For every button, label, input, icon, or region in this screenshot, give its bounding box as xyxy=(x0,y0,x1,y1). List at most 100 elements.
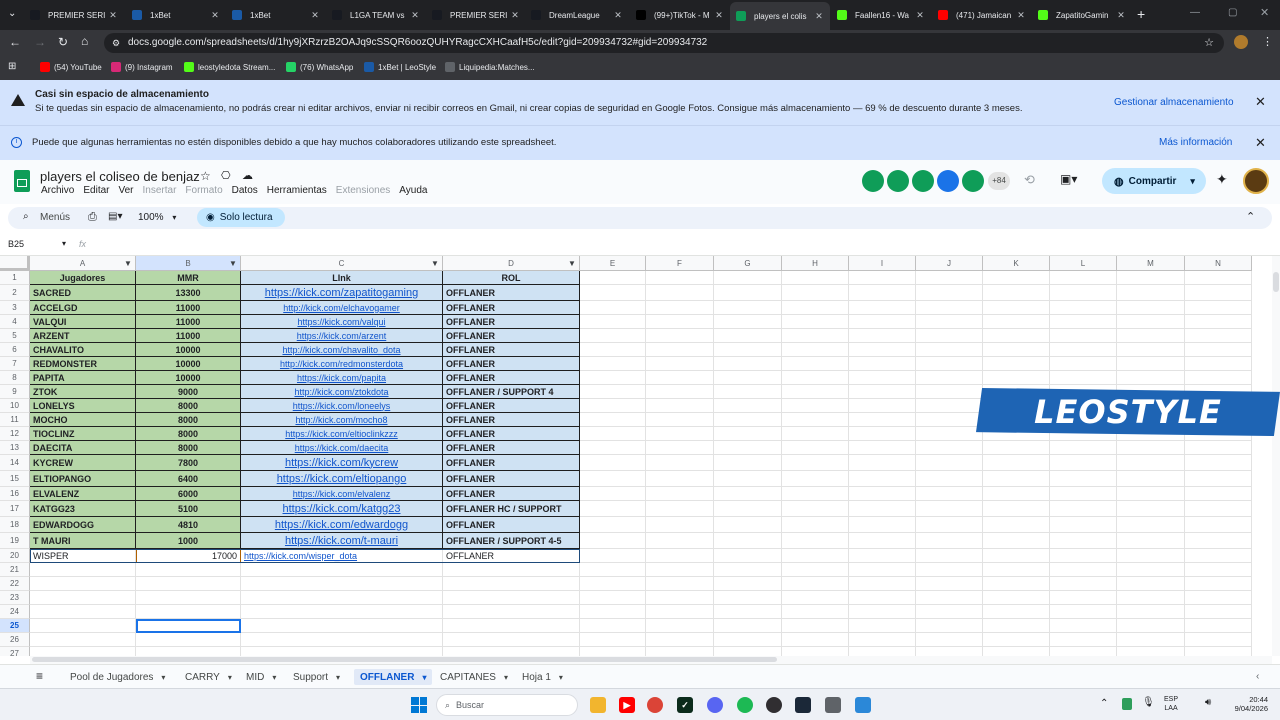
grid-cell[interactable] xyxy=(443,591,580,605)
link-cell[interactable]: https://kick.com/katgg23 xyxy=(241,501,443,517)
column-header[interactable]: K xyxy=(983,256,1050,271)
grid-cell[interactable] xyxy=(1050,577,1117,591)
grid-cell[interactable] xyxy=(1117,329,1185,343)
grid-cell[interactable] xyxy=(580,487,646,501)
grid-cell[interactable] xyxy=(983,441,1050,455)
grid-cell[interactable] xyxy=(714,455,782,471)
grid-cell[interactable] xyxy=(782,471,849,487)
chevron-down-icon[interactable]: ▾ xyxy=(559,673,563,682)
grid-cell[interactable] xyxy=(580,329,646,343)
player-cell[interactable]: WISPER xyxy=(30,549,136,563)
link-cell[interactable]: http://kick.com/mocho8 xyxy=(241,413,443,427)
mmr-cell[interactable]: 11000 xyxy=(136,315,241,329)
grid-cell[interactable] xyxy=(1185,371,1252,385)
grid-cell[interactable] xyxy=(1117,591,1185,605)
bookmark-item[interactable]: (9) Instagram xyxy=(111,62,173,72)
collaborator-avatar[interactable] xyxy=(937,170,959,192)
grid-cell[interactable] xyxy=(580,591,646,605)
rol-cell[interactable]: OFFLANER xyxy=(443,413,580,427)
grid-cell[interactable] xyxy=(849,501,916,517)
grid-cell[interactable] xyxy=(136,591,241,605)
grid-cell[interactable] xyxy=(782,647,849,656)
grid-cell[interactable] xyxy=(443,563,580,577)
grid-cell[interactable] xyxy=(849,533,916,549)
grid-cell[interactable] xyxy=(580,371,646,385)
history-icon[interactable]: ⟲ xyxy=(1024,172,1035,188)
spreadsheet-grid[interactable]: A B C D E F G H I J K L M N 1 2 3 4 5 6 7 8 9 10 11 12 13 14 15 16 17 1… xyxy=(0,256,1272,656)
grid-cell[interactable] xyxy=(580,517,646,533)
grid-cell[interactable] xyxy=(983,487,1050,501)
home-icon[interactable]: ⌂ xyxy=(81,34,88,48)
mmr-cell[interactable]: 6000 xyxy=(136,487,241,501)
mmr-cell[interactable]: 8000 xyxy=(136,399,241,413)
grid-cell[interactable] xyxy=(983,455,1050,471)
close-storage-banner-icon[interactable]: ✕ xyxy=(1255,94,1266,110)
close-window-button[interactable]: ✕ xyxy=(1260,6,1269,19)
rol-cell[interactable]: OFFLANER / SUPPORT 4 xyxy=(443,385,580,399)
grid-cell[interactable] xyxy=(1117,455,1185,471)
player-cell[interactable]: T MAURI xyxy=(30,533,136,549)
grid-cell[interactable] xyxy=(1185,549,1252,563)
chevron-down-icon[interactable]: ▾ xyxy=(504,673,508,682)
youtube-icon[interactable]: ▶ xyxy=(619,697,635,713)
maximize-button[interactable]: ▢ xyxy=(1228,7,1237,18)
browser-tab[interactable]: L1GA TEAM vs ✕ xyxy=(326,4,426,26)
rol-cell[interactable]: OFFLANER xyxy=(443,441,580,455)
menu-item-insertar[interactable]: Insertar xyxy=(143,185,177,196)
grid-cell[interactable] xyxy=(646,605,714,619)
grid-cell[interactable] xyxy=(646,577,714,591)
grid-cell[interactable] xyxy=(916,619,983,633)
grid-cell[interactable] xyxy=(782,619,849,633)
grid-cell[interactable] xyxy=(30,619,136,633)
grid-cell[interactable] xyxy=(782,563,849,577)
mmr-cell[interactable]: 1000 xyxy=(136,533,241,549)
rol-cell[interactable]: OFFLANER xyxy=(443,471,580,487)
grid-cell[interactable] xyxy=(580,455,646,471)
grid-cell[interactable] xyxy=(580,271,646,285)
menu-item-editar[interactable]: Editar xyxy=(83,185,109,196)
grid-cell[interactable] xyxy=(1050,271,1117,285)
grid-cell[interactable] xyxy=(916,605,983,619)
grid-cell[interactable] xyxy=(1050,441,1117,455)
grid-cell[interactable] xyxy=(1185,285,1252,301)
grid-cell[interactable] xyxy=(849,399,916,413)
collapse-toolbar-icon[interactable]: ⌃ xyxy=(1246,210,1255,223)
close-tab-icon[interactable]: ✕ xyxy=(1114,10,1128,21)
row-header[interactable]: 15 xyxy=(0,471,30,487)
rol-cell[interactable]: OFFLANER xyxy=(443,357,580,371)
close-tab-icon[interactable]: ✕ xyxy=(812,11,826,22)
grid-cell[interactable] xyxy=(849,619,916,633)
row-header[interactable]: 13 xyxy=(0,441,30,455)
player-cell[interactable]: TIOCLINZ xyxy=(30,427,136,441)
grid-cell[interactable] xyxy=(849,371,916,385)
link-cell[interactable]: https://kick.com/arzent xyxy=(241,329,443,343)
grid-cell[interactable] xyxy=(1117,619,1185,633)
grid-cell[interactable] xyxy=(30,647,136,656)
close-tab-icon[interactable]: ✕ xyxy=(408,10,422,21)
readonly-chip[interactable]: ◉ Solo lectura xyxy=(197,208,285,227)
row-header[interactable]: 8 xyxy=(0,371,30,385)
grid-cell[interactable] xyxy=(849,487,916,501)
grid-cell[interactable] xyxy=(1185,487,1252,501)
grid-cell[interactable] xyxy=(714,357,782,371)
mmr-cell[interactable]: 8000 xyxy=(136,427,241,441)
grid-cell[interactable] xyxy=(646,501,714,517)
grid-cell[interactable] xyxy=(1117,563,1185,577)
link-header[interactable]: LInk xyxy=(241,271,443,285)
grid-cell[interactable] xyxy=(983,471,1050,487)
grid-cell[interactable] xyxy=(983,577,1050,591)
apps-grid-icon[interactable]: ⊞ xyxy=(8,61,16,72)
row-header[interactable]: 25 xyxy=(0,619,30,633)
grid-cell[interactable] xyxy=(1185,619,1252,633)
grid-cell[interactable] xyxy=(849,455,916,471)
grid-cell[interactable] xyxy=(782,301,849,315)
link-cell[interactable]: https://kick.com/loneelys xyxy=(241,399,443,413)
column-header[interactable]: D xyxy=(443,256,580,271)
rol-cell[interactable]: OFFLANER xyxy=(443,427,580,441)
column-header[interactable]: B xyxy=(136,256,241,271)
row-header[interactable]: 21 xyxy=(0,563,30,577)
player-cell[interactable]: PAPITA xyxy=(30,371,136,385)
grid-cell[interactable] xyxy=(1117,271,1185,285)
grid-cell[interactable] xyxy=(1185,591,1252,605)
grid-cell[interactable] xyxy=(646,441,714,455)
